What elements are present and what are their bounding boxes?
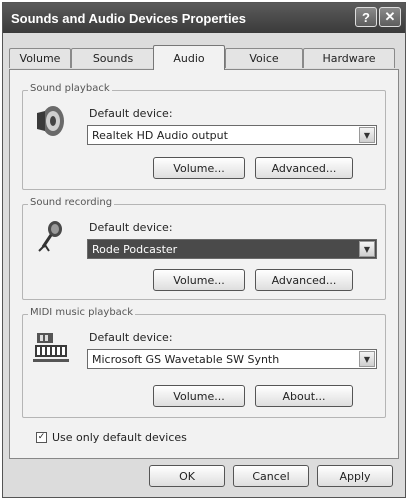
playback-volume-button[interactable]: Volume...: [153, 157, 245, 179]
chevron-down-icon[interactable]: ▼: [359, 351, 375, 367]
help-button[interactable]: ?: [355, 7, 377, 27]
midi-about-button[interactable]: About...: [255, 385, 353, 407]
use-default-devices-checkbox[interactable]: ✓: [36, 432, 47, 443]
ok-button[interactable]: OK: [149, 465, 225, 487]
recording-advanced-button[interactable]: Advanced...: [255, 269, 353, 291]
playback-default-label: Default device:: [89, 107, 173, 120]
audio-tab-panel: Sound playback Default device: Realtek H…: [9, 69, 399, 459]
window-title: Sounds and Audio Devices Properties: [11, 10, 247, 26]
speaker-icon: [31, 101, 71, 141]
recording-volume-button[interactable]: Volume...: [153, 269, 245, 291]
recording-default-label: Default device:: [89, 221, 173, 234]
tab-volume[interactable]: Volume: [9, 48, 71, 68]
tab-hardware[interactable]: Hardware: [303, 48, 395, 68]
use-default-devices-label: Use only default devices: [52, 431, 187, 444]
title-bar[interactable]: Sounds and Audio Devices Properties ? ✕: [3, 3, 405, 33]
sound-playback-title: Sound playback: [28, 83, 112, 94]
playback-device-value: Realtek HD Audio output: [92, 128, 228, 142]
midi-device-select[interactable]: Microsoft GS Wavetable SW Synth ▼: [87, 349, 377, 369]
playback-advanced-button[interactable]: Advanced...: [255, 157, 353, 179]
chevron-down-icon[interactable]: ▼: [359, 127, 375, 143]
cancel-button[interactable]: Cancel: [233, 465, 309, 487]
properties-window: Sounds and Audio Devices Properties ? ✕ …: [2, 2, 406, 498]
recording-device-value: Rode Podcaster: [92, 242, 178, 256]
use-default-devices-option[interactable]: ✓ Use only default devices: [36, 431, 187, 444]
midi-playback-group: MIDI music playback Default device: Micr…: [22, 307, 386, 418]
apply-button[interactable]: Apply: [317, 465, 393, 487]
sound-playback-group: Sound playback Default device: Realtek H…: [22, 83, 386, 190]
sound-recording-title: Sound recording: [28, 197, 115, 208]
midi-volume-button[interactable]: Volume...: [153, 385, 245, 407]
recording-device-select[interactable]: Rode Podcaster ▼: [87, 239, 377, 259]
playback-device-select[interactable]: Realtek HD Audio output ▼: [87, 125, 377, 145]
chevron-down-icon[interactable]: ▼: [359, 241, 375, 257]
sound-recording-group: Sound recording Default device: Rode Pod…: [22, 197, 386, 300]
midi-default-label: Default device:: [89, 331, 173, 344]
midi-keyboard-icon: [31, 327, 71, 367]
midi-device-value: Microsoft GS Wavetable SW Synth: [92, 352, 280, 366]
close-button[interactable]: ✕: [379, 7, 401, 27]
tab-sounds[interactable]: Sounds: [71, 48, 155, 68]
tab-strip: Volume Sounds Audio Voice Hardware: [9, 45, 399, 70]
tab-audio[interactable]: Audio: [153, 45, 225, 70]
microphone-icon: [31, 217, 71, 257]
tab-voice[interactable]: Voice: [225, 48, 303, 68]
midi-playback-title: MIDI music playback: [28, 307, 136, 318]
